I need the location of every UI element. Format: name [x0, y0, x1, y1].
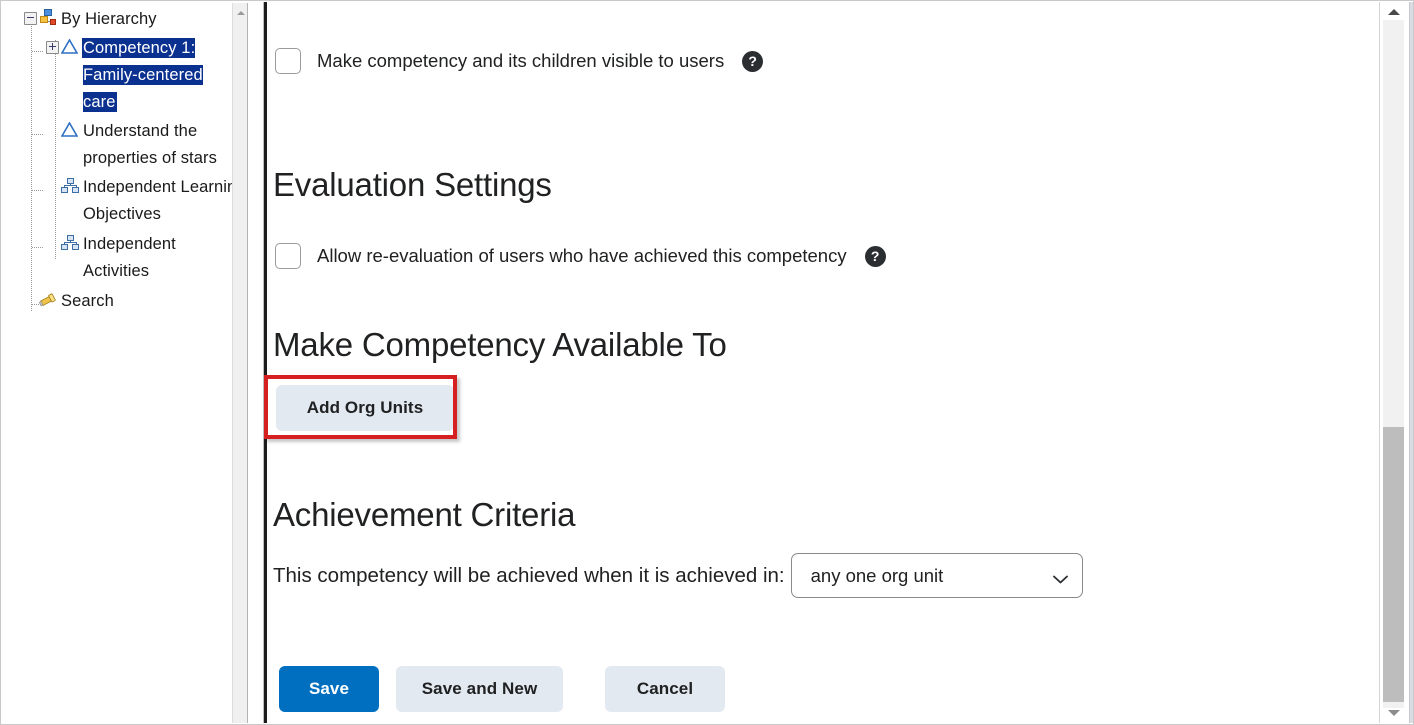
chevron-down-icon: [1052, 571, 1068, 584]
hierarchy-tree-panel: By Hierarchy Competency 1: Family-center…: [2, 2, 248, 723]
scroll-up-arrow[interactable]: [233, 5, 248, 20]
competency-edit-screen: By Hierarchy Competency 1: Family-center…: [0, 0, 1414, 725]
scrollbar-thumb[interactable]: [1383, 427, 1404, 702]
achievement-scope-select[interactable]: any one org unit: [790, 553, 1083, 598]
evaluation-settings-heading: Evaluation Settings: [273, 166, 552, 203]
save-and-new-button[interactable]: Save and New: [396, 666, 563, 712]
tree-node-label: Search: [61, 292, 114, 310]
achievement-prompt-label: This competency will be achieved when it…: [273, 563, 785, 587]
allow-reevaluation-checkbox[interactable]: [275, 243, 301, 269]
hierarchy-icon: [37, 9, 59, 29]
no-expander: [24, 294, 37, 307]
add-org-units-button[interactable]: Add Org Units: [276, 385, 454, 431]
hierarchy-tree: By Hierarchy Competency 1: Family-center…: [2, 2, 248, 318]
tree-node-label: Independent Activities: [83, 235, 176, 280]
learning-objective-icon: [59, 234, 81, 254]
no-expander: [46, 237, 59, 250]
tree-node-competency-1[interactable]: Competency 1: Family-centered care: [2, 35, 248, 118]
collapse-toggle-icon[interactable]: [24, 12, 37, 25]
scroll-down-arrow[interactable]: [1383, 705, 1404, 721]
visible-to-users-label: Make competency and its children visible…: [317, 50, 725, 71]
make-available-heading: Make Competency Available To: [273, 326, 727, 363]
window-edge-gutter: [1409, 2, 1413, 723]
no-expander: [46, 124, 59, 137]
tree-node-independent-activities[interactable]: Independent Activities: [2, 231, 248, 288]
tree-node-understand-properties-of-stars[interactable]: Understand the properties of stars: [2, 118, 248, 174]
tree-node-label: Independent Learning Objectives: [83, 178, 246, 223]
tree-node-label: Understand the properties of stars: [83, 122, 217, 167]
achievement-criteria-heading: Achievement Criteria: [273, 496, 576, 533]
competency-triangle-icon: [59, 121, 81, 141]
achievement-criteria-row: This competency will be achieved when it…: [273, 553, 1083, 598]
main-content: Make competency and its children visible…: [267, 2, 1380, 723]
help-circle-icon[interactable]: ?: [742, 50, 764, 72]
learning-objective-icon: [59, 177, 81, 197]
scroll-up-arrow[interactable]: [1383, 4, 1404, 20]
help-circle-icon[interactable]: ?: [864, 245, 886, 267]
expand-toggle-icon[interactable]: [46, 41, 59, 54]
tree-connector: [32, 247, 44, 248]
tree-connector: [32, 190, 44, 191]
page-scrollbar[interactable]: [1379, 2, 1412, 723]
save-button[interactable]: Save: [279, 666, 379, 712]
allow-reevaluation-label: Allow re-evaluation of users who have ac…: [317, 245, 847, 266]
competency-triangle-icon: [59, 38, 81, 58]
tree-node-independent-learning-objectives[interactable]: Independent Learning Objectives: [2, 174, 248, 231]
left-panel-scrollbar[interactable]: [232, 3, 248, 723]
visible-to-users-checkbox[interactable]: [275, 48, 301, 74]
tree-node-by-hierarchy[interactable]: By Hierarchy: [2, 6, 248, 35]
tree-node-label: By Hierarchy: [61, 10, 157, 28]
tree-connector: [32, 134, 44, 135]
panel-gutter: [249, 2, 264, 723]
flashlight-search-icon: [37, 291, 59, 311]
tree-node-search[interactable]: Search: [2, 288, 248, 318]
tree-connector: [32, 51, 44, 52]
cancel-button[interactable]: Cancel: [605, 666, 725, 712]
no-expander: [46, 180, 59, 193]
visible-to-users-row: Make competency and its children visible…: [275, 48, 764, 74]
allow-reevaluation-row: Allow re-evaluation of users who have ac…: [275, 243, 886, 269]
tree-node-label: Competency 1: Family-centered care: [83, 39, 203, 111]
achievement-scope-value: any one org unit: [810, 564, 944, 586]
